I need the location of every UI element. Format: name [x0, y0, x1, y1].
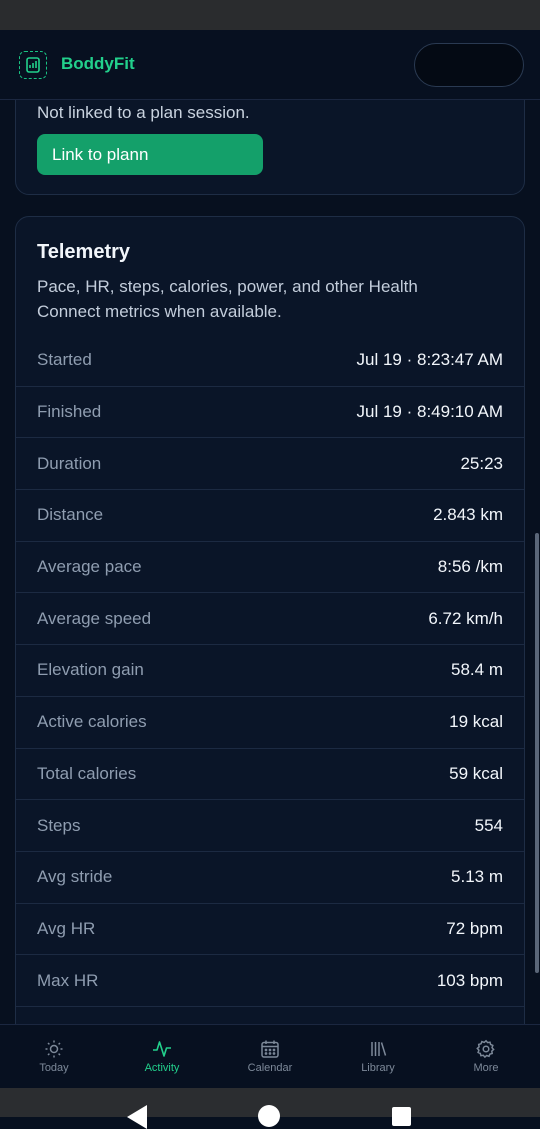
telemetry-row-duration: Duration 25:23: [16, 437, 524, 489]
telemetry-row-started: Started Jul 19 · 8:23:47 AM: [16, 334, 524, 386]
telemetry-description: Pace, HR, steps, calories, power, and ot…: [37, 277, 418, 321]
account-pill-button[interactable]: [414, 43, 524, 87]
row-label: Duration: [37, 453, 102, 473]
app-bar: BoddyFit: [0, 30, 540, 100]
telemetry-list: Started Jul 19 · 8:23:47 AM Finished Jul…: [16, 334, 524, 1024]
row-value: 58.4 m: [451, 660, 503, 680]
nav-label: More: [473, 1062, 499, 1074]
row-value: 25:23: [460, 453, 503, 473]
system-nav-bar: [0, 1088, 540, 1129]
row-value: Jul 19 · 8:23:47 AM: [356, 349, 503, 369]
nav-item-activity[interactable]: Activity: [108, 1025, 216, 1088]
sun-icon: [45, 1040, 63, 1058]
row-value: 2.843 km: [433, 505, 503, 525]
telemetry-card: Telemetry Pace, HR, steps, calories, pow…: [15, 216, 525, 1024]
row-value: 103 bpm: [436, 970, 503, 990]
app-title: BoddyFit: [61, 54, 135, 73]
nav-label: Library: [361, 1062, 395, 1074]
nav-label: Today: [39, 1062, 69, 1074]
telemetry-row-distance: Distance 2.843 km: [16, 489, 524, 541]
app-logo-icon: [19, 51, 47, 79]
telemetry-title: Telemetry: [37, 241, 131, 263]
home-icon[interactable]: [258, 1105, 280, 1127]
row-label: Started: [37, 349, 92, 369]
nav-item-library[interactable]: Library: [324, 1025, 432, 1088]
telemetry-row-steps: Steps 554: [16, 799, 524, 851]
back-icon[interactable]: [127, 1105, 147, 1129]
plan-status-text: Not linked to a plan session.: [37, 103, 250, 122]
row-label: Elevation gain: [37, 660, 144, 680]
telemetry-row-finished: Finished Jul 19 · 8:49:10 AM: [16, 385, 524, 438]
plan-link-card: Not linked to a plan session. Link to pl…: [15, 100, 525, 195]
row-value: 19 kcal: [449, 712, 503, 732]
row-value: 6.72 km/h: [428, 608, 503, 628]
row-label: Avg HR: [37, 918, 96, 938]
row-label: Average pace: [37, 557, 142, 577]
calendar-icon: [261, 1040, 279, 1058]
pulse-icon: [153, 1041, 171, 1057]
row-value: 59 kcal: [449, 763, 503, 783]
telemetry-row-active-calories: Active calories 19 kcal: [16, 695, 524, 748]
telemetry-row-average-speed: Average speed 6.72 km/h: [16, 592, 524, 644]
row-label: Total calories: [37, 763, 137, 783]
row-label: Max HR: [37, 970, 99, 990]
telemetry-row-divider: [16, 1005, 524, 1024]
row-label: Avg stride: [37, 867, 113, 887]
scrollbar-thumb[interactable]: [535, 533, 539, 973]
telemetry-row-avg-stride: Avg stride 5.13 m: [16, 850, 524, 903]
telemetry-row-elevation-gain: Elevation gain 58.4 m: [16, 644, 524, 696]
bottom-nav: Today Activity Calendar Library More: [0, 1024, 540, 1088]
row-value: 72 bpm: [446, 918, 503, 938]
row-value: 554: [474, 815, 503, 835]
link-to-plan-button[interactable]: Link to plann: [37, 134, 263, 175]
library-icon: [371, 1042, 387, 1056]
row-label: Finished: [37, 402, 102, 422]
row-label: Distance: [37, 505, 104, 525]
nav-label: Activity: [144, 1062, 180, 1074]
telemetry-row-average-pace: Average pace 8:56 /km: [16, 540, 524, 593]
nav-label: Calendar: [247, 1062, 293, 1074]
row-value: 5.13 m: [451, 867, 503, 887]
row-label: Active calories: [37, 712, 147, 732]
row-value: Jul 19 · 8:49:10 AM: [356, 402, 503, 422]
row-label: Steps: [37, 815, 81, 835]
nav-item-calendar[interactable]: Calendar: [216, 1025, 324, 1088]
row-value: 8:56 /km: [437, 557, 503, 577]
nav-item-today[interactable]: Today: [0, 1025, 108, 1088]
nav-item-more[interactable]: More: [432, 1025, 540, 1088]
telemetry-row-max-hr: Max HR 103 bpm: [16, 954, 524, 1006]
telemetry-row-avg-hr: Avg HR 72 bpm: [16, 902, 524, 955]
telemetry-row-total-calories: Total calories 59 kcal: [16, 747, 524, 800]
content-scroll[interactable]: Not linked to a plan session. Link to pl…: [0, 100, 540, 1024]
status-bar: [0, 0, 540, 30]
row-label: Average speed: [37, 608, 152, 628]
gear-icon: [476, 1039, 495, 1059]
